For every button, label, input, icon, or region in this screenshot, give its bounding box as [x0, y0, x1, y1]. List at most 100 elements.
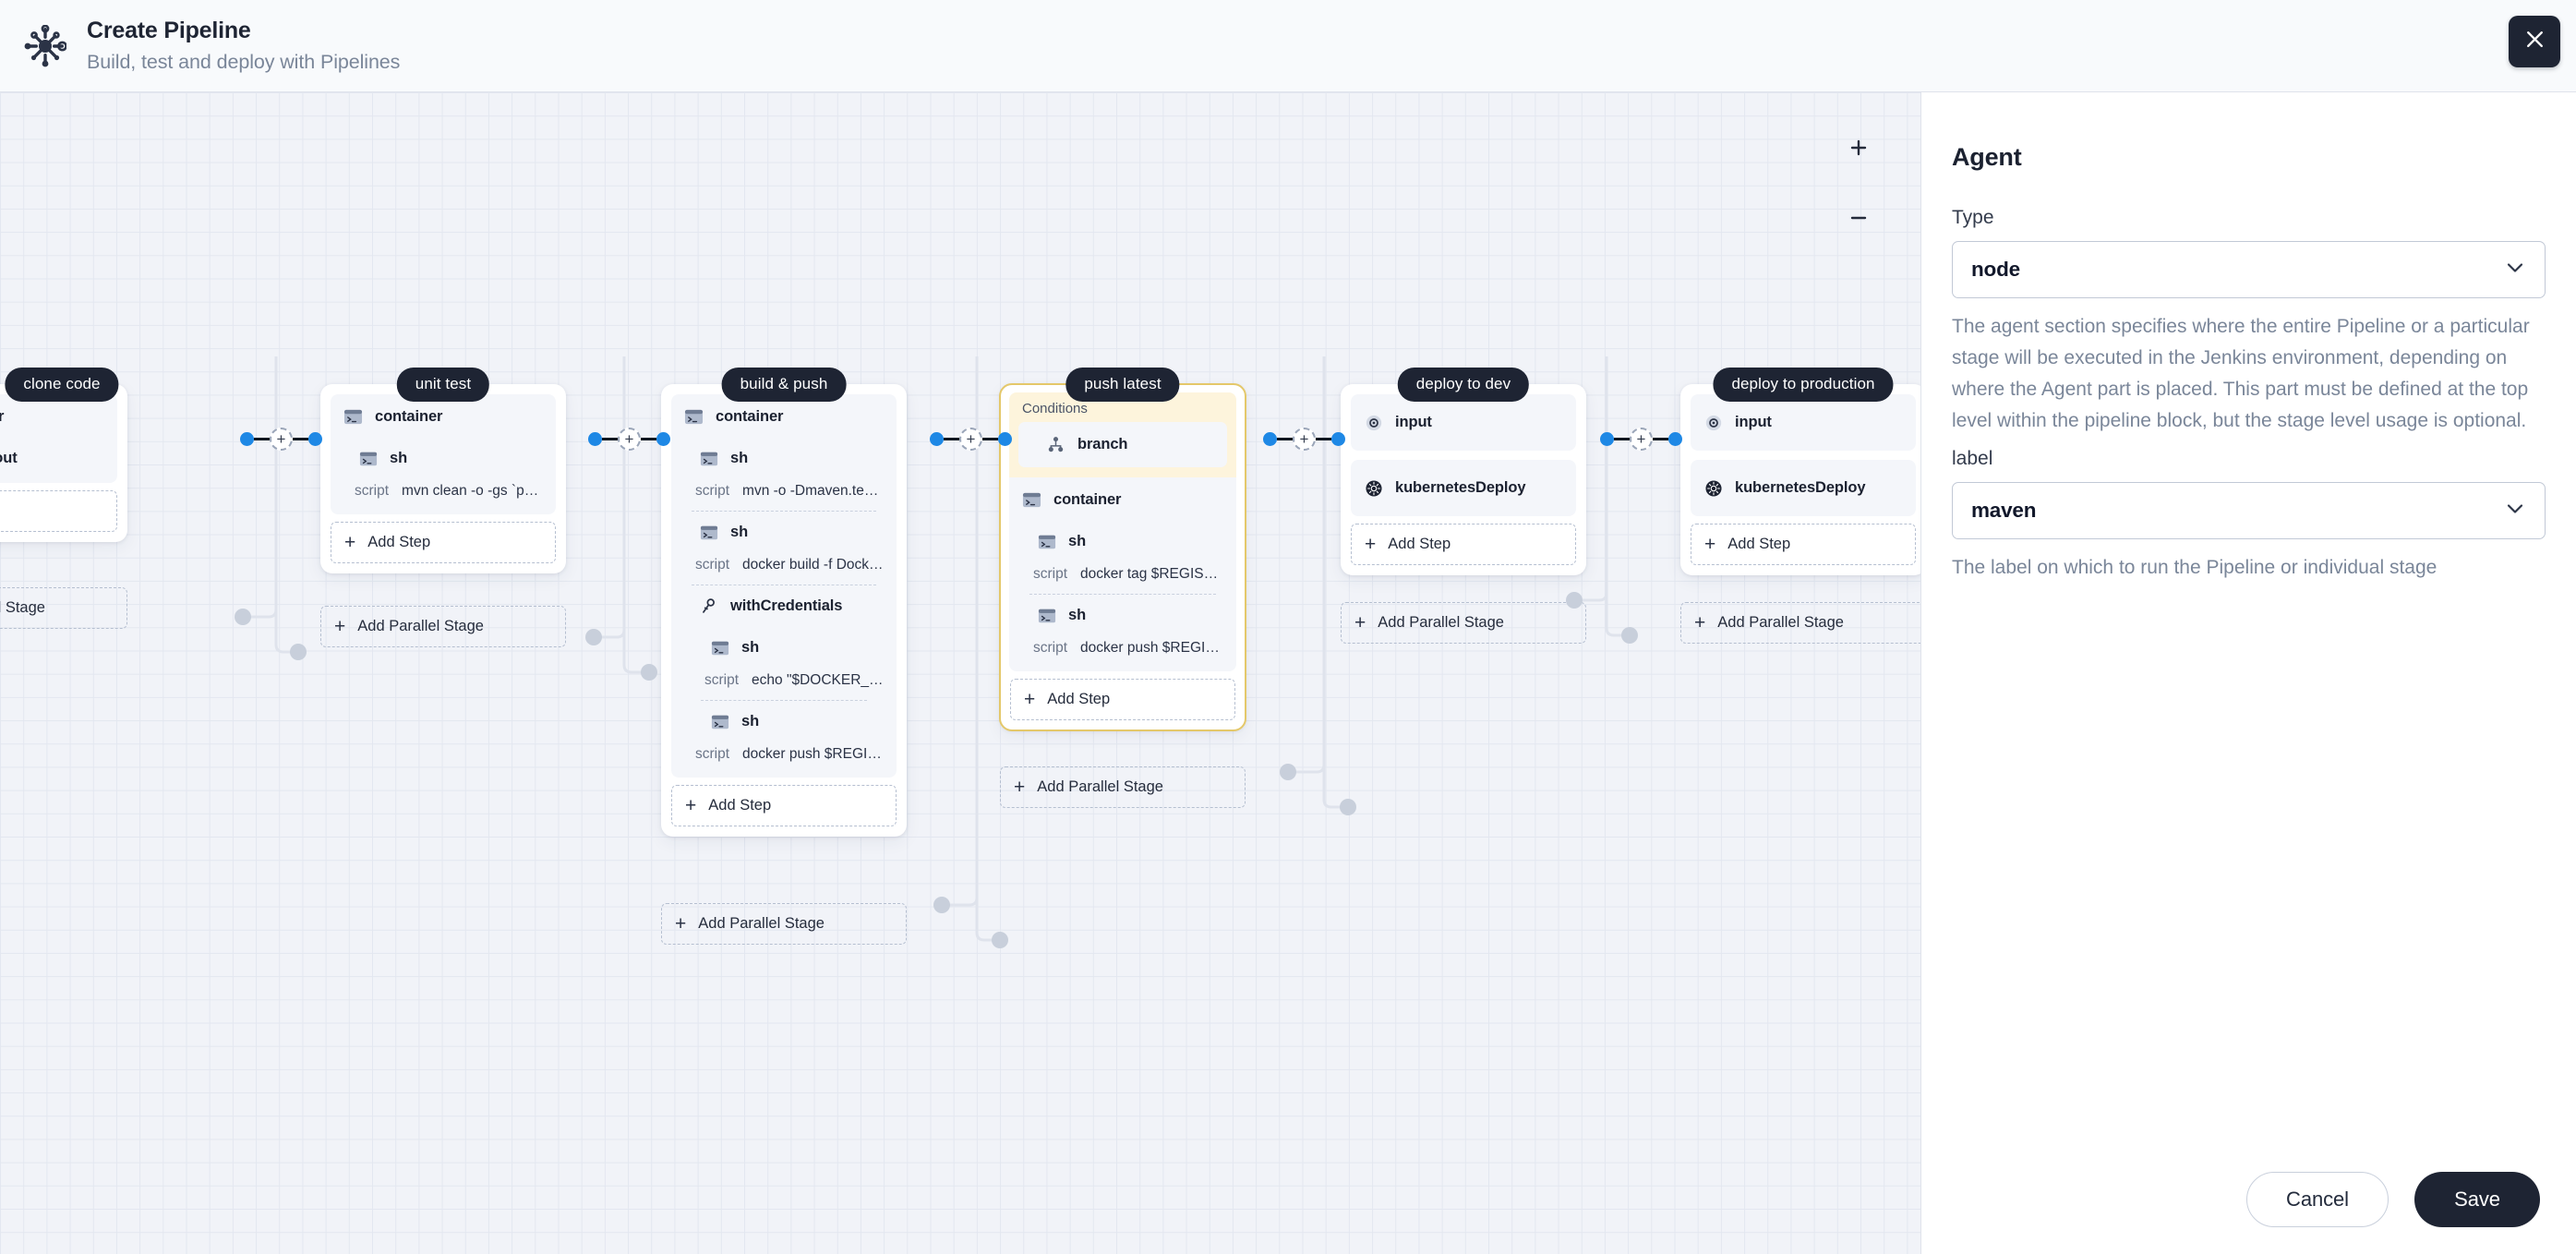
- stage-connector: +: [1600, 427, 1682, 451]
- stage-unit-test[interactable]: unit test container sh script mvn clean …: [320, 368, 566, 647]
- add-stage-button[interactable]: +: [618, 427, 641, 451]
- connector-dot: [1668, 431, 1682, 446]
- plus-icon: +: [1704, 534, 1716, 555]
- stage-label[interactable]: build & push: [721, 368, 847, 402]
- add-step-button[interactable]: + Add Step: [671, 785, 897, 826]
- label-help-text: The label on which to run the Pipeline o…: [1952, 557, 2438, 579]
- step-script[interactable]: script echo "$DOCKER_PAS...: [671, 669, 897, 700]
- stage-label[interactable]: clone code: [5, 368, 119, 402]
- type-help-text: The agent section specifies where the en…: [1952, 316, 2530, 432]
- stage-card[interactable]: Conditions branch container sh script do…: [999, 383, 1246, 731]
- page-subtitle: Build, test and deploy with Pipelines: [87, 51, 401, 73]
- stage-deploy-to-dev[interactable]: deploy to dev input kubernetesDeploy + A…: [1341, 368, 1586, 644]
- step-item[interactable]: container: [671, 396, 897, 438]
- stage-card[interactable]: container sh script mvn -o -Dmaven.test.…: [661, 384, 907, 837]
- script-key: script: [695, 557, 730, 573]
- step-label: sh: [730, 524, 749, 540]
- step-label: kubernetesDeploy: [1735, 479, 1866, 496]
- type-select[interactable]: node: [1952, 241, 2546, 298]
- add-parallel-stage-button[interactable]: + Add Parallel Stage: [320, 606, 566, 647]
- add-parallel-stage-label: Add Parallel Stage: [1717, 614, 1844, 631]
- step-list: container sh script mvn clean -o -gs `pw…: [331, 394, 556, 514]
- step-item[interactable]: sh: [671, 701, 897, 742]
- step-label: withCredentials: [730, 597, 843, 614]
- add-step-button[interactable]: + Add Step: [1691, 524, 1916, 565]
- add-parallel-stage-button[interactable]: + Add Parallel Stage: [1680, 602, 1920, 644]
- terminal-icon: [699, 523, 718, 542]
- stage-card[interactable]: container sh script mvn clean -o -gs `pw…: [320, 384, 566, 573]
- stage-connector: +: [240, 427, 322, 451]
- stage-push-latest[interactable]: push latest Conditions branch container …: [999, 368, 1246, 808]
- stage-card[interactable]: input kubernetesDeploy + Add Step: [1680, 384, 1920, 575]
- type-select-value: node: [1971, 258, 2020, 281]
- add-stage-button[interactable]: +: [1293, 427, 1316, 451]
- add-stage-button[interactable]: +: [270, 427, 293, 451]
- type-field-label: Type: [1952, 207, 1994, 228]
- terminal-icon: [710, 712, 729, 731]
- step-item[interactable]: sh: [671, 512, 897, 553]
- stage-clone-code[interactable]: clone code container: [0, 368, 127, 629]
- plus-icon: +: [1354, 612, 1366, 633]
- cancel-button[interactable]: Cancel: [2246, 1172, 2389, 1227]
- add-parallel-stage-button[interactable]: + Add Parallel Stage: [1341, 602, 1586, 644]
- script-value: docker tag $REGISTRY/...: [1080, 566, 1223, 582]
- stage-label[interactable]: push latest: [1065, 368, 1180, 402]
- step-item[interactable]: sh: [1009, 595, 1236, 636]
- step-label: kubernetesDeploy: [1395, 479, 1526, 496]
- connector-guides: [235, 356, 1638, 948]
- script-key: script: [695, 483, 730, 499]
- stage-deploy-to-production[interactable]: deploy to production input kubernetesDep…: [1680, 368, 1920, 644]
- step-item[interactable]: withCredentials: [671, 585, 897, 627]
- step-item[interactable]: sh: [1009, 521, 1236, 562]
- add-step-button[interactable]: + Add Step: [1351, 524, 1576, 565]
- step-script[interactable]: script mvn clean -o -gs `pwd`/...: [331, 479, 556, 511]
- step-item[interactable]: sh: [671, 627, 897, 669]
- add-parallel-stage-button[interactable]: + Add Parallel Stage: [1000, 766, 1246, 808]
- step-script[interactable]: script docker push $REGIST...: [671, 742, 897, 774]
- save-button[interactable]: Save: [2414, 1172, 2540, 1227]
- step-item[interactable]: container: [0, 396, 117, 438]
- stage-label[interactable]: deploy to dev: [1397, 368, 1530, 402]
- step-item[interactable]: input: [1351, 394, 1576, 451]
- step-item[interactable]: container: [1009, 479, 1236, 521]
- label-select[interactable]: maven: [1952, 482, 2546, 540]
- step-item[interactable]: kubernetesDeploy: [1691, 460, 1916, 516]
- connector-dot: [1600, 431, 1614, 446]
- step-script[interactable]: script docker tag $REGISTRY/...: [1009, 562, 1236, 594]
- step-label: container: [375, 408, 443, 425]
- add-parallel-stage-button[interactable]: + Add Parallel Stage: [0, 587, 127, 629]
- stage-label[interactable]: deploy to production: [1713, 368, 1894, 402]
- step-item[interactable]: kubernetesDeploy: [1351, 460, 1576, 516]
- close-button[interactable]: [2509, 16, 2560, 67]
- step-label: container: [1053, 491, 1122, 508]
- step-script[interactable]: script docker push $REGISTRY...: [1009, 636, 1236, 668]
- stage-connector: +: [930, 427, 1012, 451]
- add-step-button[interactable]: + Add Step: [331, 522, 556, 563]
- step-item[interactable]: sh: [331, 438, 556, 479]
- add-stage-button[interactable]: +: [959, 427, 982, 451]
- stage-card[interactable]: container checkout + Add Step: [0, 384, 127, 542]
- zoom-in-button[interactable]: [1840, 129, 1877, 166]
- add-step-button[interactable]: + Add Step: [1010, 679, 1235, 720]
- zoom-out-button[interactable]: [1840, 199, 1877, 236]
- step-script[interactable]: script docker build -f Dockerfil...: [671, 553, 897, 585]
- add-step-button[interactable]: + Add Step: [0, 490, 117, 532]
- stage-card[interactable]: input kubernetesDeploy + Add Step: [1341, 384, 1586, 575]
- plus-icon: +: [1024, 689, 1036, 710]
- step-item[interactable]: input: [1691, 394, 1916, 451]
- condition-item[interactable]: branch: [1018, 424, 1227, 465]
- pipeline-canvas[interactable]: + + + + + clone code r ut Stage unit tes…: [0, 92, 1920, 1254]
- step-item[interactable]: sh: [671, 438, 897, 479]
- step-item[interactable]: container: [331, 396, 556, 438]
- app-header: Create Pipeline Build, test and deploy w…: [0, 0, 2576, 92]
- add-stage-button[interactable]: +: [1630, 427, 1653, 451]
- add-parallel-stage-button[interactable]: + Add Parallel Stage: [661, 903, 907, 945]
- panel-footer: Cancel Save: [1921, 1145, 2576, 1254]
- input-icon: [1364, 413, 1383, 432]
- step-script[interactable]: script mvn -o -Dmaven.test.ski...: [671, 479, 897, 511]
- stage-label[interactable]: unit test: [396, 368, 490, 402]
- script-key: script: [704, 672, 740, 688]
- plus-icon: +: [675, 913, 687, 934]
- stage-build-and-push[interactable]: build & push container sh script mvn -o …: [661, 368, 907, 945]
- step-item[interactable]: checkout: [0, 438, 117, 479]
